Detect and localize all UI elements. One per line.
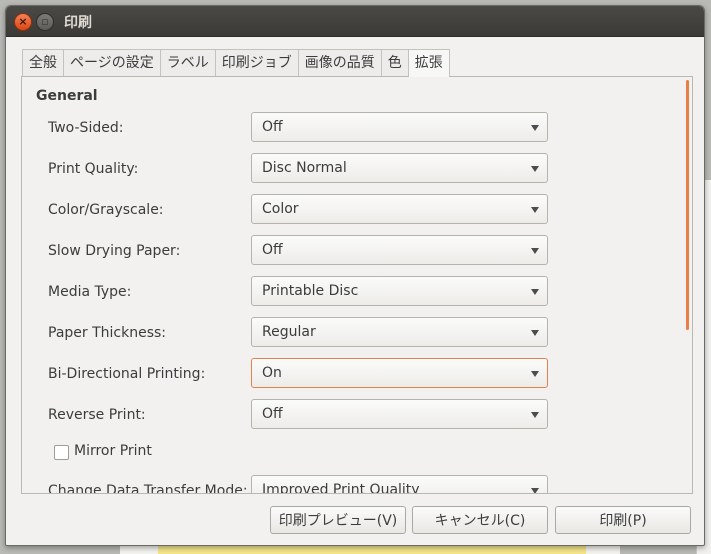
option-row: Two-Sided: Off	[48, 112, 552, 144]
select-value: Disc Normal	[262, 160, 347, 176]
select-value: Color	[262, 201, 299, 217]
select-value: On	[262, 365, 282, 381]
two-sided-select[interactable]: Off	[251, 112, 548, 142]
tab-image-quality[interactable]: 画像の品質	[298, 49, 382, 76]
chevron-down-icon	[531, 330, 539, 336]
option-label: Paper Thickness:	[48, 325, 167, 341]
minimize-icon: ▫	[41, 15, 49, 28]
select-value: Improved Print Quality	[262, 482, 420, 494]
option-label: Bi-Directional Printing:	[48, 366, 206, 382]
scrollbar[interactable]	[686, 80, 689, 330]
chevron-down-icon	[531, 371, 539, 377]
tab-page-setup[interactable]: ページの設定	[64, 49, 161, 76]
option-label: Media Type:	[48, 284, 132, 300]
option-row: Slow Drying Paper: Off	[48, 235, 552, 267]
bi-directional-printing-select[interactable]: On	[251, 358, 548, 388]
chevron-down-icon	[531, 412, 539, 418]
option-label: Change Data Transfer Mode:	[48, 483, 248, 494]
print-preview-button[interactable]: 印刷プレビュー(V)	[270, 506, 406, 534]
close-icon: ×	[18, 15, 28, 28]
tab-bar: 全般 ページの設定 ラベル 印刷ジョブ 画像の品質 色 拡張	[22, 49, 450, 77]
option-row: Change Data Transfer Mode: Improved Prin…	[48, 475, 552, 494]
option-row: Bi-Directional Printing: On	[48, 358, 552, 390]
paper-thickness-select[interactable]: Regular	[251, 317, 548, 347]
tab-color[interactable]: 色	[381, 49, 409, 76]
select-value: Off	[262, 406, 283, 422]
advanced-panel: General Two-Sided: Off Print Quality: Di…	[21, 76, 693, 494]
option-label: Two-Sided:	[48, 120, 124, 136]
titlebar: × ▫ 印刷	[6, 6, 704, 37]
option-label: Slow Drying Paper:	[48, 243, 181, 259]
select-value: Regular	[262, 324, 316, 340]
chevron-down-icon	[531, 289, 539, 295]
chevron-down-icon	[531, 166, 539, 172]
print-dialog: × ▫ 印刷 全般 ページの設定 ラベル 印刷ジョブ 画像の品質 色 拡張 Ge…	[5, 5, 705, 546]
section-title: General	[36, 88, 98, 104]
cancel-button[interactable]: キャンセル(C)	[412, 506, 548, 534]
color-grayscale-select[interactable]: Color	[251, 194, 548, 224]
option-label: Reverse Print:	[48, 407, 146, 423]
chevron-down-icon	[531, 488, 539, 493]
tab-advanced[interactable]: 拡張	[408, 49, 450, 77]
select-value: Off	[262, 119, 283, 135]
option-label: Print Quality:	[48, 161, 139, 177]
option-row: Media Type: Printable Disc	[48, 276, 552, 308]
window-title: 印刷	[64, 15, 92, 31]
mirror-print-checkbox[interactable]	[54, 445, 69, 460]
close-button[interactable]: ×	[14, 13, 32, 31]
media-type-select[interactable]: Printable Disc	[251, 276, 548, 306]
mirror-print-label: Mirror Print	[74, 443, 152, 459]
chevron-down-icon	[531, 248, 539, 254]
slow-drying-paper-select[interactable]: Off	[251, 235, 548, 265]
tab-print-job[interactable]: 印刷ジョブ	[215, 49, 299, 76]
select-value: Off	[262, 242, 283, 258]
option-row: Color/Grayscale: Color	[48, 194, 552, 226]
chevron-down-icon	[531, 207, 539, 213]
transfer-mode-select[interactable]: Improved Print Quality	[251, 475, 548, 494]
option-row: Paper Thickness: Regular	[48, 317, 552, 349]
tab-label[interactable]: ラベル	[160, 49, 216, 76]
select-value: Printable Disc	[262, 283, 359, 299]
chevron-down-icon	[531, 125, 539, 131]
option-row: Print Quality: Disc Normal	[48, 153, 552, 185]
minimize-button[interactable]: ▫	[36, 13, 54, 31]
print-quality-select[interactable]: Disc Normal	[251, 153, 548, 183]
reverse-print-select[interactable]: Off	[251, 399, 548, 429]
print-button[interactable]: 印刷(P)	[555, 506, 691, 534]
tab-general[interactable]: 全般	[22, 49, 64, 76]
option-row: Reverse Print: Off	[48, 399, 552, 431]
option-label: Color/Grayscale:	[48, 202, 164, 218]
